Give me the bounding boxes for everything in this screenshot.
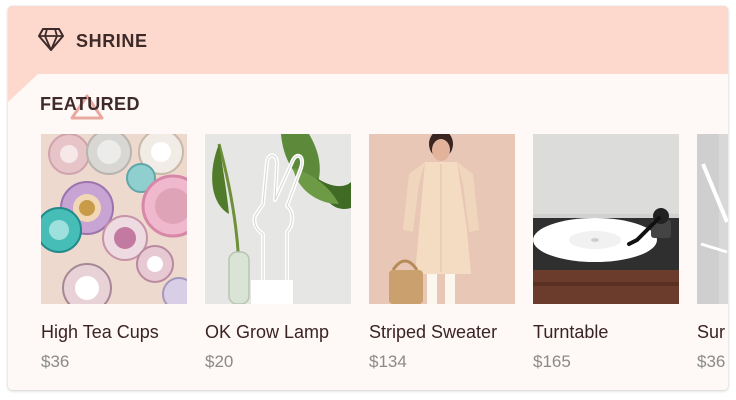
app-bar-corner-notch [8, 74, 38, 102]
product-image[interactable] [41, 134, 187, 304]
product-image[interactable] [533, 134, 679, 304]
product-image[interactable] [205, 134, 351, 304]
product-price: $165 [533, 352, 571, 371]
product-name: High Tea Cups [41, 322, 159, 342]
product-price: $20 [205, 352, 234, 371]
app-title: SHRINE [76, 31, 148, 51]
shrine-card: SHRINE FEATURED High Tea Cups $36 OK Gro… [8, 6, 728, 390]
product-name: Turntable [533, 322, 609, 342]
product-name: OK Grow Lamp [205, 322, 330, 342]
product-price: $36 [41, 352, 70, 371]
app-bar: SHRINE [8, 6, 728, 74]
product-price: $36 [697, 352, 726, 371]
diamond-icon[interactable] [38, 26, 64, 52]
section-title: FEATURED [40, 94, 140, 114]
product-name: Sur [697, 322, 726, 342]
product-image[interactable] [369, 134, 515, 304]
product-price: $134 [369, 352, 407, 371]
featured-section-header: FEATURED [40, 92, 160, 120]
product-image[interactable] [697, 134, 728, 304]
product-name: Striped Sweater [369, 322, 498, 342]
